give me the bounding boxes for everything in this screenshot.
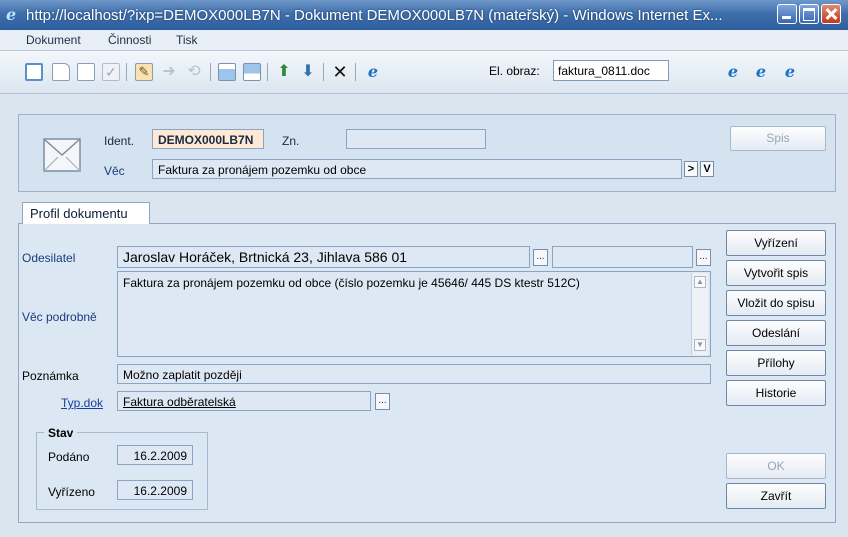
vec-dropdown-button[interactable]: V [700,161,714,177]
preview-icon[interactable] [25,63,43,81]
document-header [18,114,836,192]
vec-label: Věc [104,164,125,178]
menu-tisk[interactable]: Tisk [176,33,198,47]
check-icon[interactable]: ✓ [102,63,120,81]
typ-dok-field[interactable]: Faktura odběratelská [117,391,371,411]
window-title: http://localhost/?ixp=DEMOX000LB7N - Dok… [26,7,723,24]
el-obraz-input[interactable]: faktura_0811.doc [553,60,669,81]
zn-field[interactable] [346,129,486,149]
odesilatel-browse-button[interactable]: ... [533,249,548,266]
vlozit-do-spisu-button[interactable]: Vložit do spisu [726,290,826,316]
ident-field[interactable]: DEMOX000LB7N [152,129,264,149]
vec-podrobne-scrollbar[interactable]: ▲ ▼ [691,273,708,355]
zn-label: Zn. [282,134,300,148]
new-document-icon[interactable] [52,63,70,81]
odesilatel-extra-browse-button[interactable]: ... [696,249,711,266]
ie-logo-icon: e [6,5,17,24]
odesilatel-extra-field[interactable] [552,246,693,268]
odesilatel-label: Odesilatel [22,251,76,265]
menu-cinnosti[interactable]: Činnosti [108,33,151,47]
close-window-button[interactable] [821,4,841,24]
odesilatel-field[interactable]: Jaroslav Horáček, Brtnická 23, Jihlava 5… [117,246,530,268]
ie-print-icon[interactable]: e [752,63,770,81]
spis-button[interactable]: Spis [730,126,826,151]
odeslani-button[interactable]: Odeslání [726,320,826,346]
ident-label: Ident. [104,134,135,148]
new-copy-icon[interactable] [77,63,95,81]
menu-bar: Dokument Činnosti Tisk [0,30,848,51]
el-obraz-label: El. obraz: [489,64,540,78]
typ-dok-browse-button[interactable]: ... [375,393,390,410]
tab-profil-dokumentu[interactable]: Profil dokumentu [22,202,150,224]
vytvorit-spis-button[interactable]: Vytvořit spis [726,260,826,286]
document-envelope-icon [43,138,81,172]
remove-row-icon[interactable] [243,63,261,81]
vec-podrobne-textarea[interactable]: Faktura za pronájem pozemku od obce (čís… [117,271,711,357]
podano-field[interactable]: 16.2.2009 [117,445,193,465]
prilohy-button[interactable]: Přílohy [726,350,826,376]
delete-x-icon[interactable]: ✕ [331,63,349,81]
title-bar: e http://localhost/?ixp=DEMOX000LB7N - D… [0,0,848,30]
menu-dokument[interactable]: Dokument [26,33,81,47]
maximize-button[interactable] [799,4,819,24]
scroll-down-icon[interactable]: ▼ [694,339,706,351]
podano-label: Podáno [48,450,90,464]
insert-row-icon[interactable] [218,63,236,81]
browser-window: e http://localhost/?ixp=DEMOX000LB7N - D… [0,0,848,537]
stav-legend: Stav [44,426,78,440]
ie-open-icon[interactable]: e [364,63,382,81]
vec-expand-button[interactable]: > [684,161,698,177]
minimize-button[interactable] [777,4,797,24]
vyrizeno-field[interactable]: 16.2.2009 [117,480,193,500]
vec-podrobne-label: Věc podrobně [22,310,97,324]
forward-icon[interactable]: ➜ [160,63,178,81]
vec-field[interactable]: Faktura za pronájem pozemku od obce [152,159,682,179]
historie-button[interactable]: Historie [726,380,826,406]
scroll-up-icon[interactable]: ▲ [694,276,706,288]
edit-icon[interactable]: ✎ [135,63,153,81]
ie-export-icon[interactable]: e [724,63,742,81]
move-down-icon[interactable]: ⬇ [299,63,317,81]
back-icon[interactable]: ⟲ [185,63,203,81]
poznamka-label: Poznámka [22,369,79,383]
vyrizeno-label: Vyřízeno [48,485,95,499]
vyrizeni-button[interactable]: Vyřízení [726,230,826,256]
move-up-icon[interactable]: ⬆ [275,63,293,81]
poznamka-field[interactable]: Možno zaplatit později [117,364,711,384]
ie-settings-icon[interactable]: e [781,63,799,81]
toolbar: ✓ ✎ ➜ ⟲ ⬆ ⬇ ✕ e El. obraz: faktura_0811.… [0,51,848,94]
zavrit-button[interactable]: Zavřít [726,483,826,509]
ok-button[interactable]: OK [726,453,826,479]
typ-dok-link[interactable]: Typ.dok [61,396,103,410]
